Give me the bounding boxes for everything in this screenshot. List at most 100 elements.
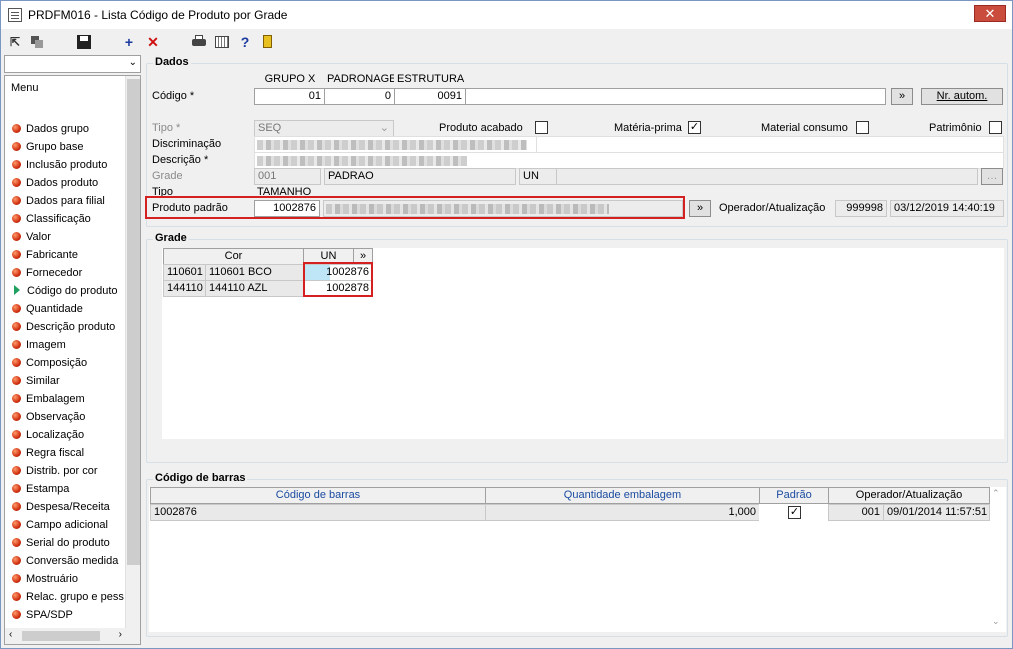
produto-acabado-checkbox[interactable] xyxy=(535,121,548,134)
sidebar-item[interactable]: Despesa/Receita xyxy=(12,498,110,516)
barras-row-datahora[interactable]: 09/01/2014 11:57:51 xyxy=(883,504,990,521)
sidebar-item[interactable]: Classificação xyxy=(12,210,91,228)
sidebar-item[interactable]: Similar xyxy=(12,372,60,390)
delete-icon[interactable]: ✕ xyxy=(145,34,161,50)
sidebar-item-label: Dados para filial xyxy=(26,195,105,207)
bullet-icon xyxy=(12,430,21,439)
grade-code-field[interactable]: 001 xyxy=(254,168,321,185)
patrimonio-checkbox[interactable] xyxy=(989,121,1002,134)
chevron-down-icon[interactable]: ⌄ xyxy=(992,616,1000,627)
sidebar-item[interactable]: Distrib. por cor xyxy=(12,462,98,480)
chevron-up-icon[interactable]: ⌃ xyxy=(992,488,1000,499)
grade-unit-field[interactable]: UN xyxy=(519,168,557,185)
grade-lookup-button[interactable]: … xyxy=(981,168,1003,185)
sidebar-item[interactable]: Grupo base xyxy=(12,138,83,156)
sidebar-item[interactable]: Descrição produto xyxy=(12,318,115,336)
codigo-extra-field[interactable] xyxy=(465,88,886,105)
sidebar-item[interactable]: Código do produto xyxy=(12,282,118,300)
sidebar-item[interactable]: Embalagem xyxy=(12,390,85,408)
close-button[interactable]: ✕ xyxy=(974,5,1006,22)
codigo-grupo-field[interactable]: 01 xyxy=(254,88,325,105)
bullet-icon xyxy=(12,574,21,583)
sidebar-item[interactable]: Mostruário xyxy=(12,570,78,588)
sidebar-item[interactable]: Serial do produto xyxy=(12,534,110,552)
sidebar-item[interactable]: Relac. grupo e pess xyxy=(12,588,124,606)
grade-name-field[interactable]: PADRAO xyxy=(324,168,516,185)
sidebar-item[interactable]: Localização xyxy=(12,426,84,444)
sidebar-item-label: Descrição produto xyxy=(26,321,116,333)
discriminacao-field[interactable] xyxy=(254,136,537,153)
barras-row-codigo[interactable]: 1002876 xyxy=(150,504,486,521)
sidebar-item-label: Localização xyxy=(26,429,85,441)
sidebar-item[interactable]: SPA/SDP xyxy=(12,606,73,624)
sidebar-item[interactable]: Inclusão produto xyxy=(12,156,107,174)
hscroll-thumb[interactable] xyxy=(22,631,100,641)
scroll-thumb[interactable] xyxy=(127,79,140,565)
barras-header-quantidade[interactable]: Quantidade embalagem xyxy=(485,487,760,504)
discriminacao-extra-field[interactable] xyxy=(536,136,1004,153)
patrimonio-label: Patrimônio xyxy=(929,122,982,134)
print-icon[interactable] xyxy=(191,34,207,50)
sidebar-item[interactable]: Quantidade xyxy=(12,300,83,318)
descricao-label: Descrição * xyxy=(152,154,209,166)
sidebar-item[interactable]: Fornecedor xyxy=(12,264,82,282)
save-icon[interactable] xyxy=(76,34,92,50)
copy-icon[interactable] xyxy=(29,34,45,50)
descricao-field[interactable] xyxy=(254,152,1004,169)
grade-row-code[interactable]: 144110 xyxy=(163,280,206,297)
chevron-right-icon[interactable]: › xyxy=(119,629,122,640)
sidebar-item[interactable]: Fabricante xyxy=(12,246,78,264)
codigo-estrutura-field[interactable]: 0091 xyxy=(394,88,466,105)
sidebar-item-label: Estampa xyxy=(26,483,70,495)
grade-row-name[interactable]: 144110 AZL xyxy=(205,280,304,297)
material-consumo-checkbox[interactable] xyxy=(856,121,869,134)
codigo-expand-button[interactable]: » xyxy=(891,88,913,105)
sidebar-item[interactable]: Imagem xyxy=(12,336,66,354)
produto-padrao-expand-button[interactable]: » xyxy=(689,200,711,217)
grade-header-cor[interactable]: Cor xyxy=(163,248,304,265)
exit-icon[interactable]: ⇱ xyxy=(7,34,23,50)
sidebar-item[interactable]: Dados produto xyxy=(12,174,98,192)
chevron-left-icon[interactable]: ‹ xyxy=(9,629,12,640)
menu-selector[interactable]: ⌄ xyxy=(4,55,141,73)
title-bar: PRDFM016 - Lista Código de Produto por G… xyxy=(1,1,1012,29)
sidebar-item[interactable]: Conversão medida xyxy=(12,552,118,570)
chevron-down-icon: ⌄ xyxy=(128,57,137,68)
sidebar-item[interactable]: Dados para filial xyxy=(12,192,105,210)
calendar-icon[interactable] xyxy=(214,34,230,50)
material-consumo-label: Material consumo xyxy=(761,122,848,134)
tipo-select[interactable]: SEQ ⌄ xyxy=(254,120,394,137)
barras-row-quantidade[interactable]: 1,000 xyxy=(485,504,760,521)
help-icon[interactable]: ? xyxy=(237,34,253,50)
door-icon[interactable] xyxy=(260,34,276,50)
sidebar: ⌄ Menu Dados grupo Grupo base Inclusão pro… xyxy=(4,55,141,645)
barras-header-codigo[interactable]: Código de barras xyxy=(150,487,486,504)
col-header-grupo: GRUPO X xyxy=(255,72,325,89)
menu-vertical-scrollbar[interactable] xyxy=(125,76,140,628)
materia-prima-checkbox[interactable]: ✓ xyxy=(688,121,701,134)
sidebar-item[interactable]: Estampa xyxy=(12,480,69,498)
grade-row-code[interactable]: 110601 xyxy=(163,264,206,281)
bullet-icon xyxy=(12,538,21,547)
menu-horizontal-scrollbar[interactable]: ‹ › xyxy=(5,628,140,644)
sidebar-item[interactable]: Composição xyxy=(12,354,87,372)
sidebar-item[interactable]: Campo adicional xyxy=(12,516,108,534)
grade-row-name[interactable]: 110601 BCO xyxy=(205,264,304,281)
grade-title: Grade xyxy=(153,232,189,244)
sidebar-item[interactable]: Valor xyxy=(12,228,51,246)
barras-row-operador[interactable]: 001 xyxy=(828,504,884,521)
grade-extra-field[interactable] xyxy=(556,168,978,185)
add-icon[interactable]: + xyxy=(121,34,137,50)
highlight-produto-padrao xyxy=(145,196,685,219)
grade-label: Grade xyxy=(152,170,183,182)
codigo-padronagem-field[interactable]: 0 xyxy=(324,88,395,105)
barras-padrao-checkbox[interactable]: ✓ xyxy=(788,506,801,519)
barras-header-padrao[interactable]: Padrão xyxy=(759,487,829,504)
sidebar-item[interactable]: Regra fiscal xyxy=(12,444,84,462)
nr-autom-button[interactable]: Nr. autom. xyxy=(921,88,1003,105)
menu-header: Menu xyxy=(11,82,39,94)
sidebar-item[interactable]: Dados grupo xyxy=(12,120,89,138)
sidebar-item[interactable]: Observação xyxy=(12,408,85,426)
barras-header-operador[interactable]: Operador/Atualização xyxy=(828,487,990,504)
codigo-label: Código * xyxy=(152,90,195,102)
